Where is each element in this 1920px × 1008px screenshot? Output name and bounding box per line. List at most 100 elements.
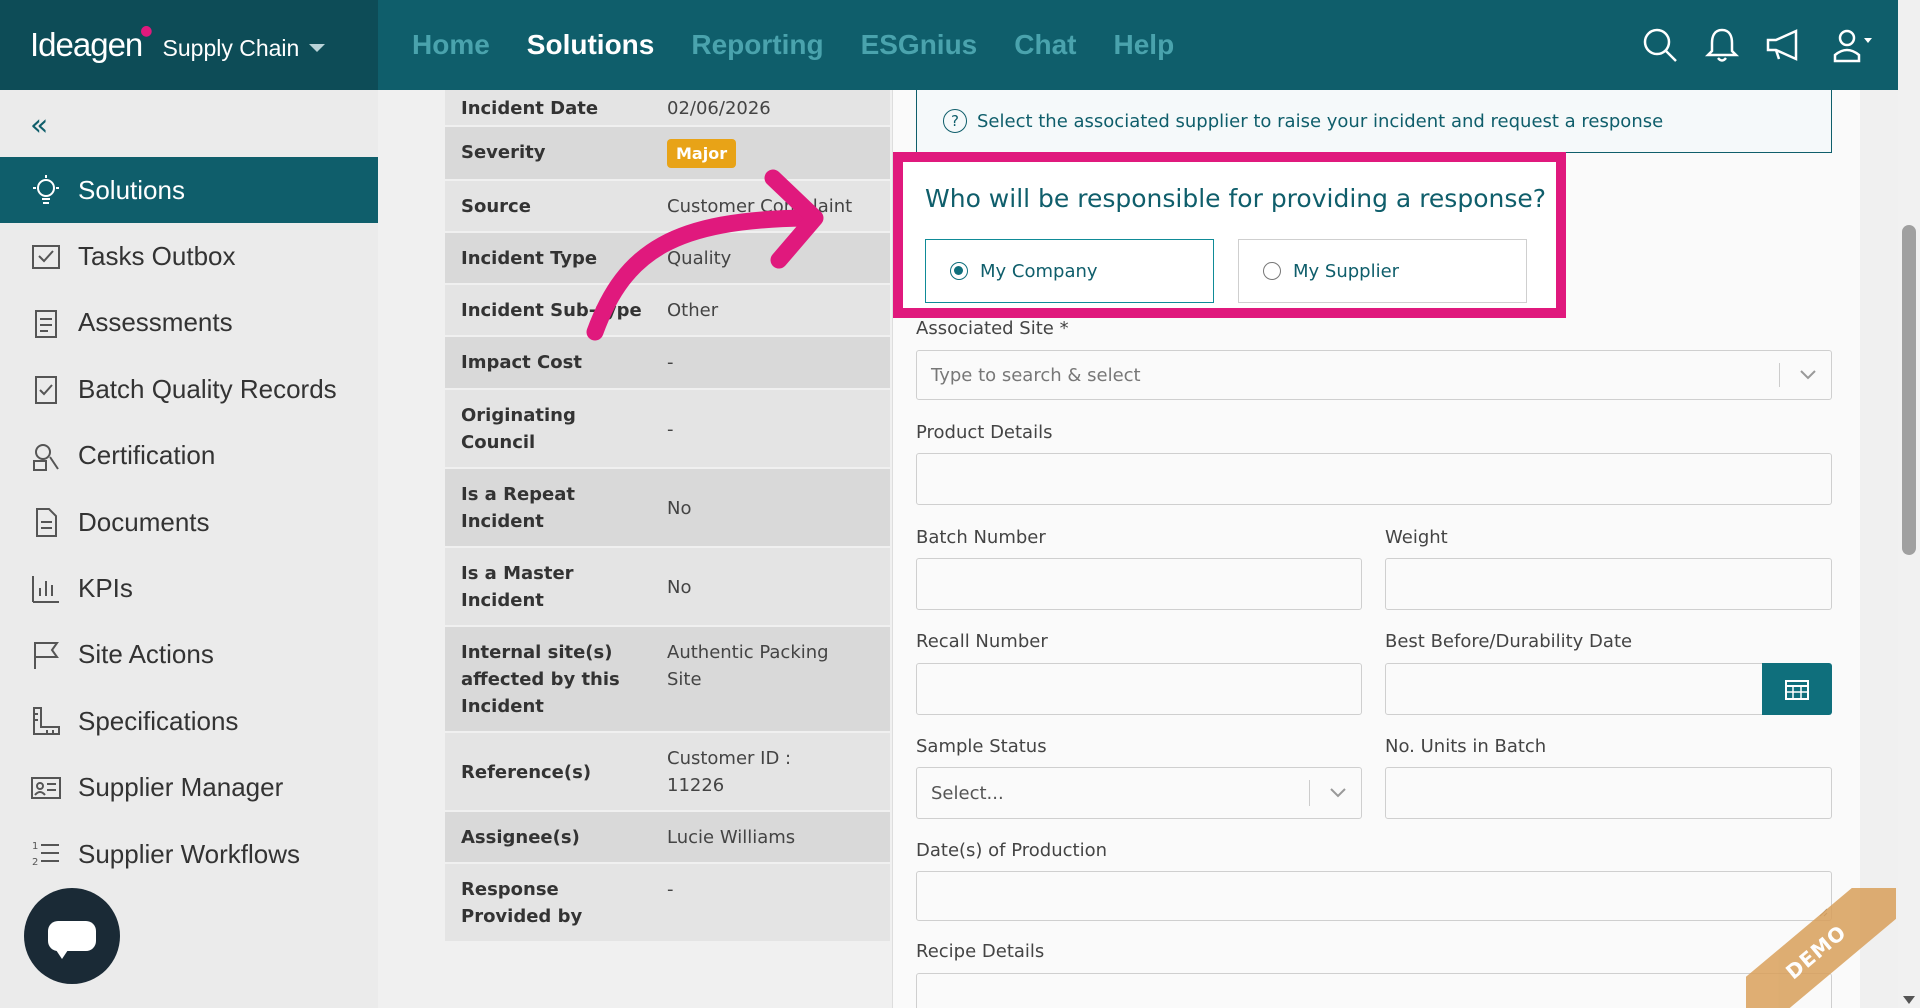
bell-icon[interactable] bbox=[1702, 25, 1742, 65]
chat-icon bbox=[48, 921, 96, 959]
detail-value: Authentic Packing Site bbox=[667, 642, 829, 690]
calendar-button[interactable] bbox=[1762, 663, 1832, 715]
brand-switcher[interactable]: Ideagen ● Supply Chain bbox=[0, 0, 378, 90]
ruler-icon bbox=[28, 704, 64, 738]
chevron-down-icon bbox=[309, 44, 326, 52]
detail-value: No bbox=[667, 498, 692, 519]
sidebar-item-tasks-outbox[interactable]: Tasks Outbox bbox=[0, 223, 378, 289]
radio-my-company[interactable] bbox=[950, 262, 968, 280]
detail-row: Reference(s) Customer ID : 11226 bbox=[445, 733, 890, 812]
detail-label: Incident Date bbox=[461, 98, 599, 119]
detail-label: Assignee(s) bbox=[461, 827, 580, 848]
batch-number-label: Batch Number bbox=[916, 527, 1046, 548]
scroll-down-icon[interactable] bbox=[1903, 996, 1915, 1004]
nav-help[interactable]: Help bbox=[1114, 29, 1175, 61]
sidebar-item-site-actions[interactable]: Site Actions bbox=[0, 622, 378, 688]
detail-value: - bbox=[667, 879, 674, 900]
recipe-details-label: Recipe Details bbox=[916, 941, 1045, 962]
scroll-thumb[interactable] bbox=[1902, 225, 1916, 555]
product-details-label: Product Details bbox=[916, 422, 1053, 443]
top-icons bbox=[1640, 0, 1878, 90]
recall-number-label: Recall Number bbox=[916, 631, 1048, 652]
sidebar-item-label: Supplier Workflows bbox=[78, 838, 301, 869]
search-icon[interactable] bbox=[1640, 25, 1680, 65]
id-card-icon bbox=[28, 771, 64, 805]
sample-status-select[interactable]: Select... bbox=[916, 767, 1362, 819]
nav-reporting[interactable]: Reporting bbox=[691, 29, 823, 61]
demo-ribbon: DEMO bbox=[1746, 888, 1896, 1008]
ideagen-logo: Ideagen bbox=[30, 26, 143, 63]
production-dates-label: Date(s) of Production bbox=[916, 840, 1108, 861]
detail-label: Response Provided by bbox=[461, 879, 583, 927]
sidebar-item-batch-quality-records[interactable]: Batch Quality Records bbox=[0, 356, 378, 422]
sidebar-item-specifications[interactable]: Specifications bbox=[0, 688, 378, 754]
outbox-icon bbox=[28, 240, 64, 274]
collapse-sidebar-icon[interactable]: « bbox=[30, 108, 48, 143]
numbered-list-icon: 12 bbox=[28, 837, 64, 871]
option-my-company[interactable]: My Company bbox=[925, 239, 1214, 303]
annotation-arrow bbox=[586, 169, 824, 341]
flag-icon bbox=[28, 638, 64, 672]
sidebar-item-label: Supplier Manager bbox=[78, 772, 284, 803]
nav-solutions[interactable]: Solutions bbox=[527, 29, 655, 61]
units-input[interactable] bbox=[1385, 767, 1832, 819]
detail-row: Internal site(s) affected by this Incide… bbox=[445, 627, 890, 733]
sidebar-item-label: Specifications bbox=[78, 705, 239, 736]
certificate-icon bbox=[28, 439, 64, 473]
best-before-label: Best Before/Durability Date bbox=[1385, 631, 1633, 652]
sidebar-item-label: Assessments bbox=[78, 307, 233, 338]
radio-my-supplier[interactable] bbox=[1263, 262, 1281, 280]
units-label: No. Units in Batch bbox=[1385, 736, 1547, 757]
associated-site-select[interactable]: Type to search & select bbox=[916, 350, 1832, 400]
sample-status-value: Select... bbox=[931, 782, 1004, 804]
megaphone-icon[interactable] bbox=[1764, 25, 1804, 65]
sidebar-item-label: Batch Quality Records bbox=[78, 373, 337, 404]
detail-value: Customer ID : 11226 bbox=[667, 748, 792, 796]
associated-site-placeholder: Type to search & select bbox=[931, 364, 1141, 386]
sidebar-item-documents[interactable]: Documents bbox=[0, 489, 378, 555]
sidebar-menu: Solutions Tasks Outbox Assessments Batch… bbox=[0, 157, 378, 887]
svg-text:1: 1 bbox=[32, 841, 38, 852]
sidebar-item-supplier-workflows[interactable]: 12 Supplier Workflows bbox=[0, 821, 378, 887]
nav-chat[interactable]: Chat bbox=[1014, 29, 1076, 61]
batch-number-input[interactable] bbox=[916, 558, 1362, 610]
page-scrollbar[interactable] bbox=[1898, 90, 1920, 1008]
sidebar-item-solutions[interactable]: Solutions bbox=[0, 157, 378, 224]
sidebar-item-label: Tasks Outbox bbox=[78, 241, 236, 272]
sidebar-item-kpis[interactable]: KPIs bbox=[0, 555, 378, 621]
nav-home[interactable]: Home bbox=[412, 29, 490, 61]
lightbulb-icon bbox=[28, 173, 64, 207]
production-dates-textarea[interactable] bbox=[916, 871, 1832, 921]
chat-widget-button[interactable] bbox=[24, 888, 120, 984]
sidebar-item-supplier-manager[interactable]: Supplier Manager bbox=[0, 755, 378, 821]
sidebar-item-assessments[interactable]: Assessments bbox=[0, 290, 378, 356]
option-my-supplier[interactable]: My Supplier bbox=[1238, 239, 1527, 303]
detail-row: Is a Repeat Incident No bbox=[445, 469, 890, 548]
nav-esgnius[interactable]: ESGnius bbox=[861, 29, 978, 61]
weight-input[interactable] bbox=[1385, 558, 1832, 610]
select-divider bbox=[1309, 780, 1310, 806]
detail-row: Incident Date 02/06/2026 bbox=[445, 90, 890, 127]
user-menu-icon[interactable] bbox=[1826, 25, 1878, 65]
product-details-input[interactable] bbox=[916, 453, 1832, 505]
sidebar-item-certification[interactable]: Certification bbox=[0, 423, 378, 489]
info-text: Select the associated supplier to raise … bbox=[977, 110, 1664, 132]
bar-chart-icon bbox=[28, 572, 64, 606]
detail-label: Internal site(s) affected by this Incide… bbox=[461, 642, 620, 717]
recipe-details-input[interactable] bbox=[916, 973, 1832, 1008]
clipboard-check-icon bbox=[28, 372, 64, 406]
sidebar-item-label: Certification bbox=[78, 440, 216, 471]
detail-label: Is a Master Incident bbox=[461, 563, 574, 611]
calendar-icon bbox=[1785, 680, 1809, 700]
weight-label: Weight bbox=[1385, 527, 1448, 548]
select-divider bbox=[1779, 363, 1780, 387]
best-before-input[interactable] bbox=[1385, 663, 1765, 715]
main-nav: Home Solutions Reporting ESGnius Chat He… bbox=[412, 0, 1174, 90]
logo-mark: ● bbox=[140, 23, 153, 39]
detail-label: Is a Repeat Incident bbox=[461, 484, 576, 532]
detail-label: Originating Council bbox=[461, 405, 576, 453]
chevron-down-icon bbox=[1330, 788, 1346, 798]
recall-number-input[interactable] bbox=[916, 663, 1362, 715]
detail-row: Assignee(s) Lucie Williams bbox=[445, 812, 890, 864]
detail-row: Response Provided by - bbox=[445, 864, 890, 943]
